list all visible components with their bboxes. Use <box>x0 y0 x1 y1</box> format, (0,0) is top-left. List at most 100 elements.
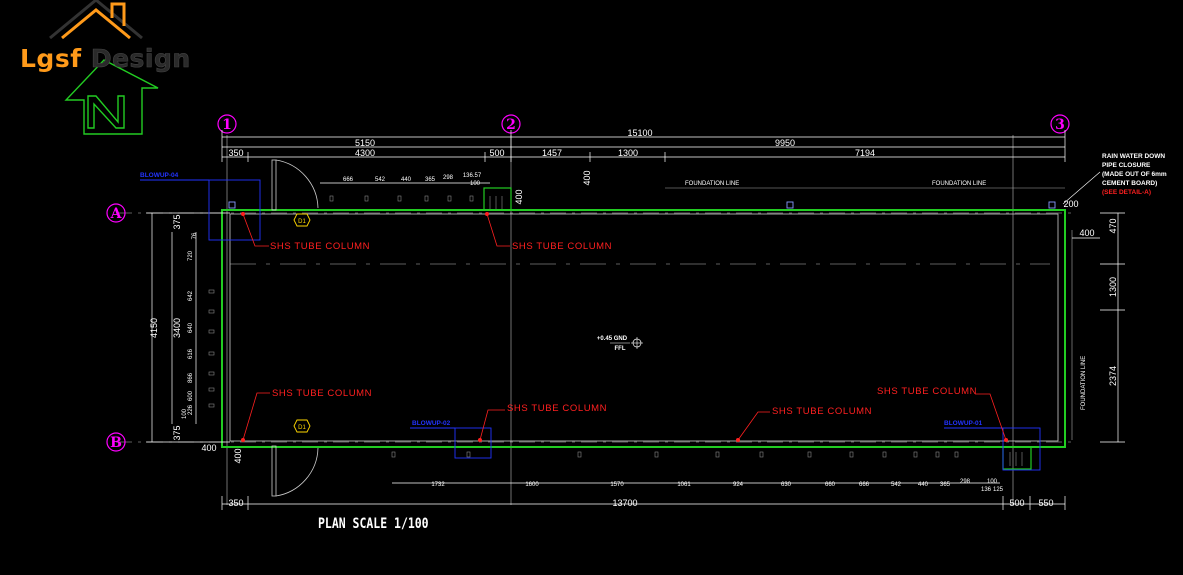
svg-text:SHS TUBE COLUMN: SHS TUBE COLUMN <box>877 386 977 397</box>
svg-text:866: 866 <box>188 372 194 383</box>
svg-text:76: 76 <box>192 232 198 239</box>
svg-text:3400: 3400 <box>172 318 182 338</box>
columns <box>228 201 1056 209</box>
svg-text:1570: 1570 <box>610 482 624 488</box>
svg-text:350: 350 <box>228 498 243 508</box>
svg-text:+0.45 GND: +0.45 GND <box>597 336 628 342</box>
svg-text:1732: 1732 <box>431 482 445 488</box>
svg-text:440: 440 <box>918 482 929 488</box>
grid-label-b: B <box>110 435 122 451</box>
detail-box-hatch <box>489 196 1023 466</box>
svg-text:PIPE CLOSURE: PIPE CLOSURE <box>1102 162 1151 169</box>
svg-text:440: 440 <box>401 177 412 183</box>
svg-text:642: 642 <box>188 290 194 301</box>
svg-text:(MADE OUT OF 6mm: (MADE OUT OF 6mm <box>1102 171 1167 178</box>
door-bottom-left <box>271 445 319 497</box>
foundation-lines <box>665 187 1073 440</box>
svg-text:4300: 4300 <box>355 148 375 158</box>
svg-text:4150: 4150 <box>149 318 159 338</box>
svg-text:FOUNDATION LINE: FOUNDATION LINE <box>685 181 739 187</box>
svg-text:SHS TUBE COLUMN: SHS TUBE COLUMN <box>772 406 872 417</box>
grid-bubbles <box>106 114 1070 452</box>
svg-text:9950: 9950 <box>775 138 795 148</box>
svg-text:470: 470 <box>1108 218 1118 233</box>
svg-text:1600: 1600 <box>525 482 539 488</box>
svg-text:100: 100 <box>470 181 481 187</box>
svg-text:1300: 1300 <box>1108 277 1118 297</box>
svg-text:RAIN WATER DOWN: RAIN WATER DOWN <box>1102 153 1165 160</box>
dim-400-small: 400 <box>514 189 524 204</box>
svg-text:666: 666 <box>859 482 870 488</box>
door-top-left <box>271 159 319 211</box>
svg-text:1457: 1457 <box>542 148 562 158</box>
svg-text:136: 136 <box>981 487 992 493</box>
grid-label-a: A <box>110 206 123 222</box>
svg-text:SHS TUBE COLUMN: SHS TUBE COLUMN <box>272 388 372 399</box>
rainwater-note: RAIN WATER DOWN PIPE CLOSURE (MADE OUT O… <box>1062 153 1167 205</box>
svg-text:400: 400 <box>1079 228 1094 238</box>
svg-text:SHS TUBE COLUMN: SHS TUBE COLUMN <box>507 403 607 414</box>
svg-text:FOUNDATION LINE: FOUNDATION LINE <box>1081 356 1087 410</box>
svg-text:BLOWUP-04: BLOWUP-04 <box>140 172 179 179</box>
grid-label-3: 3 <box>1055 117 1065 133</box>
svg-text:13700: 13700 <box>612 498 637 508</box>
grid-label-1: 1 <box>222 117 232 133</box>
svg-text:365: 365 <box>425 177 436 183</box>
svg-text:7194: 7194 <box>855 148 875 158</box>
svg-text:375: 375 <box>172 214 182 229</box>
svg-text:136.57: 136.57 <box>463 173 482 179</box>
svg-text:600: 600 <box>188 390 194 401</box>
svg-text:630: 630 <box>781 482 792 488</box>
svg-text:SHS TUBE COLUMN: SHS TUBE COLUMN <box>270 241 370 252</box>
dim-400-vertical: 400 <box>582 170 592 185</box>
svg-text:5150: 5150 <box>355 138 375 148</box>
svg-text:400: 400 <box>201 443 216 453</box>
svg-text:720: 720 <box>188 250 194 261</box>
bottom-small-dimension-texts: 1732 1600 1570 1061 924 630 660 666 542 … <box>431 479 1003 493</box>
svg-text:BLOWUP-01: BLOWUP-01 <box>944 420 983 427</box>
svg-text:15100: 15100 <box>627 128 652 138</box>
svg-text:D1: D1 <box>298 425 306 431</box>
bottom-dimensions <box>221 482 1066 510</box>
column-note-texts: SHS TUBE COLUMN SHS TUBE COLUMN SHS TUBE… <box>270 241 977 417</box>
svg-text:D1: D1 <box>298 219 306 225</box>
svg-text:298: 298 <box>960 479 971 485</box>
right-dimension-texts: 200 400 470 1300 2374 <box>1063 199 1118 386</box>
svg-text:298: 298 <box>443 175 454 181</box>
svg-text:125: 125 <box>993 487 1004 493</box>
svg-text:CEMENT BOARD): CEMENT BOARD) <box>1102 180 1157 187</box>
grid-bubble-labels: 1 2 3 A B <box>110 117 1065 451</box>
top-dimension-texts: 15100 5150 9950 350 4300 500 1457 1300 7… <box>228 128 875 158</box>
svg-text:550: 550 <box>1038 498 1053 508</box>
svg-text:2374: 2374 <box>1108 366 1118 386</box>
svg-text:500: 500 <box>1009 498 1024 508</box>
plan-caption: PLAN SCALE 1/100 <box>318 516 429 532</box>
svg-text:FFL: FFL <box>615 346 626 352</box>
svg-text:FOUNDATION LINE: FOUNDATION LINE <box>932 181 986 187</box>
svg-text:542: 542 <box>375 177 386 183</box>
ffl-marker: +0.45 GND FFL <box>597 336 643 352</box>
logo-house-icon <box>49 0 143 40</box>
svg-text:924: 924 <box>733 482 744 488</box>
wall-studs <box>208 195 959 458</box>
svg-text:1061: 1061 <box>677 482 691 488</box>
svg-text:666: 666 <box>343 177 354 183</box>
svg-text:200: 200 <box>1063 199 1078 209</box>
logo-word-lgsf: Lgsf <box>20 44 82 73</box>
cad-plan-drawing: 1 2 3 A B 15100 5150 9950 350 4300 500 1… <box>49 0 1167 510</box>
svg-text:365: 365 <box>940 482 951 488</box>
foundation-line-labels: FOUNDATION LINE FOUNDATION LINE FOUNDATI… <box>685 181 1087 410</box>
svg-text:226: 226 <box>188 404 194 415</box>
svg-text:100: 100 <box>987 479 998 485</box>
logo-word-design: Design <box>90 44 191 74</box>
left-small-dimension-texts: 720 642 640 616 866 600 100 226 76 <box>182 232 198 419</box>
svg-text:640: 640 <box>188 322 194 333</box>
svg-text:616: 616 <box>188 348 194 359</box>
top-small-dimension-texts: 666 542 440 365 298 136.57 100 <box>343 173 482 187</box>
right-dimensions <box>1072 212 1125 443</box>
svg-text:SHS TUBE COLUMN: SHS TUBE COLUMN <box>512 241 612 252</box>
svg-text:542: 542 <box>891 482 902 488</box>
svg-text:500: 500 <box>489 148 504 158</box>
svg-text:375: 375 <box>172 425 182 440</box>
dim-400-bottom-left: 400 <box>233 448 243 463</box>
